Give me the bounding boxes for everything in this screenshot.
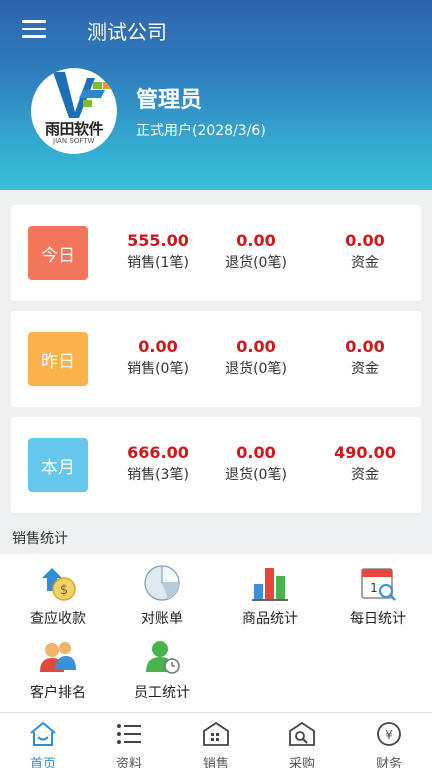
tab-data[interactable]: 资料 xyxy=(86,713,172,768)
user-name: 管理员 xyxy=(136,88,203,113)
grid-label: 查应收款 xyxy=(30,611,86,627)
funds-stat: 0.00 资金 xyxy=(315,231,415,273)
returns-stat: 0.00 退货(0笔) xyxy=(206,337,306,379)
avatar[interactable]: 雨田软件 JIAN SOFTW xyxy=(31,68,117,154)
customers-icon xyxy=(40,642,76,672)
returns-stat: 0.00 退货(0笔) xyxy=(206,443,306,485)
calendar-icon: 1 xyxy=(361,568,396,601)
list-icon xyxy=(117,724,141,744)
returns-stat: 0.00 退货(0笔) xyxy=(206,231,306,273)
grid-item-statement[interactable]: 对账单 xyxy=(108,564,216,628)
svg-text:$: $ xyxy=(60,583,68,598)
stat-value: 555.00 xyxy=(127,231,189,250)
stat-label: 资金 xyxy=(351,467,379,483)
stat-label: 销售(0笔) xyxy=(127,361,189,377)
receivable-icon: $ xyxy=(42,568,76,601)
section-title: 销售统计 xyxy=(0,524,432,554)
statement-pie-icon xyxy=(144,565,180,601)
stat-label: 资金 xyxy=(351,255,379,271)
stats-card-today[interactable]: 今日 555.00 销售(1笔) 0.00 退货(0笔) 0.00 资金 xyxy=(11,205,421,301)
stat-value: 0.00 xyxy=(236,337,276,356)
stat-value: 0.00 xyxy=(345,231,385,250)
grid-item-employee-stats[interactable]: 员工统计 xyxy=(108,638,216,702)
purchase-icon xyxy=(289,721,315,746)
stats-card-month[interactable]: 本月 666.00 销售(3笔) 0.00 退货(0笔) 490.00 资金 xyxy=(11,417,421,513)
period-badge: 昨日 xyxy=(28,332,88,386)
sales-stat: 666.00 销售(3笔) xyxy=(108,443,208,485)
grid-label: 客户排名 xyxy=(30,685,86,701)
funds-stat: 0.00 资金 xyxy=(315,337,415,379)
stat-value: 0.00 xyxy=(345,337,385,356)
sales-stat: 555.00 销售(1笔) xyxy=(108,231,208,273)
tab-label: 财务 xyxy=(375,757,402,768)
sales-icon xyxy=(203,721,229,746)
tab-purchase[interactable]: 采购 xyxy=(259,713,345,768)
grid-item-customer-ranking[interactable]: 客户排名 xyxy=(4,638,112,702)
svg-text:1: 1 xyxy=(370,581,378,595)
period-badge: 今日 xyxy=(28,226,88,280)
logo-text: 雨田软件 xyxy=(44,120,104,138)
tab-finance[interactable]: ¥ 财务 xyxy=(346,713,432,768)
account-status: 正式用户(2028/3/6) xyxy=(136,123,266,139)
logo-subtext: JIAN SOFTW xyxy=(53,137,95,145)
stat-value: 0.00 xyxy=(138,337,178,356)
stat-label: 退货(0笔) xyxy=(225,255,287,271)
stat-value: 490.00 xyxy=(334,443,396,462)
stat-label: 销售(3笔) xyxy=(127,467,189,483)
tab-label: 采购 xyxy=(288,757,315,768)
sales-stats-grid: $ 查应收款 对账单 商品统计 1 每日统计 客户排名 员工统计 xyxy=(0,554,432,712)
tab-label: 销售 xyxy=(202,757,229,768)
grid-item-receivables[interactable]: $ 查应收款 xyxy=(4,564,112,628)
stat-label: 资金 xyxy=(351,361,379,377)
grid-label: 对账单 xyxy=(141,611,183,627)
bar-chart-icon xyxy=(252,568,288,601)
stat-value: 0.00 xyxy=(236,231,276,250)
sales-stat: 0.00 销售(0笔) xyxy=(108,337,208,379)
home-icon xyxy=(30,721,56,746)
tab-sales[interactable]: 销售 xyxy=(173,713,259,768)
tab-home[interactable]: 首页 xyxy=(0,713,86,768)
grid-label: 员工统计 xyxy=(134,685,190,701)
employee-icon xyxy=(146,641,180,674)
stat-value: 666.00 xyxy=(127,443,189,462)
grid-item-product-stats[interactable]: 商品统计 xyxy=(216,564,324,628)
grid-label: 商品统计 xyxy=(242,611,298,627)
stat-label: 退货(0笔) xyxy=(225,467,287,483)
tab-label: 首页 xyxy=(29,757,56,768)
grid-label: 每日统计 xyxy=(350,611,406,627)
grid-item-daily-stats[interactable]: 1 每日统计 xyxy=(324,564,432,628)
funds-stat: 490.00 资金 xyxy=(315,443,415,485)
yen-icon: ¥ xyxy=(377,722,401,746)
bottom-tab-bar: 首页 资料 销售 采购 ¥ 财务 xyxy=(0,712,432,768)
company-title: 测试公司 xyxy=(87,20,167,44)
stat-label: 退货(0笔) xyxy=(225,361,287,377)
period-badge: 本月 xyxy=(28,438,88,492)
menu-icon[interactable] xyxy=(22,20,46,38)
stat-label: 销售(1笔) xyxy=(127,255,189,271)
profile-header: 测试公司 雨田软件 JIAN SOFTW 管理员 正式用户(2028/3/6) xyxy=(0,0,432,190)
tab-label: 资料 xyxy=(115,757,142,768)
stats-card-yesterday[interactable]: 昨日 0.00 销售(0笔) 0.00 退货(0笔) 0.00 资金 xyxy=(11,311,421,407)
stat-value: 0.00 xyxy=(236,443,276,462)
svg-text:¥: ¥ xyxy=(385,728,393,742)
